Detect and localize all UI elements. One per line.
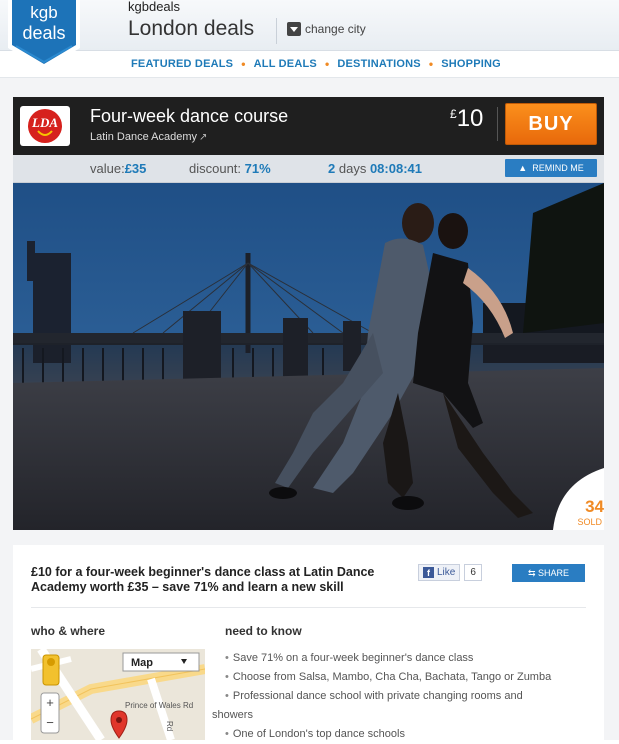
list-item: showers [212, 706, 595, 725]
map-street-label: Prince of Wales Rd [125, 701, 193, 710]
merchant-link[interactable]: Latin Dance Academy ↗ [90, 131, 207, 143]
merchant-logo-text: LDA [31, 115, 58, 130]
discount-label: discount: [189, 161, 242, 176]
share-icon: ⇆ [527, 568, 536, 578]
deal-title: Four-week dance course [90, 106, 289, 126]
deal-photo [13, 183, 604, 530]
deal-header: LDA Four-week dance course Latin Dance A… [13, 97, 604, 155]
share-label: SHARE [538, 568, 570, 578]
list-item-text: Choose from Salsa, Mambo, Cha Cha, Bacha… [232, 671, 552, 683]
nav-destinations[interactable]: DESTINATIONS [337, 58, 420, 70]
map-zoom-out: − [46, 715, 54, 730]
nav-separator: • [428, 57, 434, 71]
sold-label: SOLD [577, 517, 602, 527]
merchant-name: Latin Dance Academy [90, 131, 198, 143]
discount-amount: 71% [244, 161, 271, 176]
remind-me-button[interactable]: ▲ REMIND ME [505, 159, 597, 177]
kgb-deals-logo[interactable]: kgb deals [6, 0, 82, 72]
days-count: 2 [328, 161, 336, 176]
who-where-heading: who & where [31, 624, 106, 638]
need-to-know-heading: need to know [225, 624, 302, 638]
list-item: • Choose from Salsa, Mambo, Cha Cha, Bach… [225, 671, 552, 683]
buy-button[interactable]: BUY [505, 103, 597, 145]
divider [497, 107, 498, 141]
list-item-text: One of London's top dance schools [232, 728, 405, 740]
need-to-know-list: • Save 71% on a four-week beginner's danc… [212, 649, 595, 744]
sold-count: 34 [585, 497, 604, 516]
nav-separator: • [241, 57, 246, 71]
divider [276, 18, 277, 44]
top-header: kgbdeals London deals change city [0, 0, 619, 51]
facebook-icon: f [423, 567, 434, 578]
divider [31, 607, 586, 608]
nav-shopping[interactable]: SHOPPING [441, 58, 501, 70]
countdown-value: 08:08:41 [369, 161, 422, 176]
share-button[interactable]: ⇆ SHARE [512, 564, 585, 582]
deal-headline: £10 for a four-week beginner's dance cla… [31, 565, 375, 594]
deal-value: value:£35 [90, 161, 146, 176]
days-label: days [338, 161, 367, 176]
like-count: 6 [464, 564, 482, 581]
nav-separator: • [324, 57, 330, 71]
deal-details-card: £10 for a four-week beginner's dance cla… [13, 545, 604, 740]
list-item: • One of London's top dance schools [225, 728, 405, 740]
list-item-text: Save 71% on a four-week beginner's dance… [232, 652, 474, 664]
change-city-label: change city [305, 22, 366, 36]
deal-price: £10 [450, 105, 483, 133]
city-title: London deals [128, 17, 255, 40]
dropdown-icon [287, 22, 301, 36]
price-currency: £ [450, 107, 457, 121]
external-link-icon: ↗ [199, 132, 208, 143]
deal-info-strip: value:£35 discount: 71% 2 days 08:08:41 … [13, 155, 604, 183]
countdown-timer: 2 days 08:08:41 [328, 161, 422, 176]
logo-text-kgb: kgb [30, 3, 57, 22]
bell-icon: ▲ [518, 163, 528, 173]
nav-all-deals[interactable]: ALL DEALS [254, 58, 317, 70]
location-map[interactable]: Map + − Prince of Wales Rd Rd [31, 649, 205, 740]
facebook-like: f Like 6 [418, 564, 482, 581]
like-label: Like [437, 567, 456, 578]
list-item-text: showers [212, 709, 253, 721]
map-type-label: Map [131, 657, 153, 669]
list-item: • Professional dance school with private … [225, 690, 523, 702]
nav-featured-deals[interactable]: FEATURED DEALS [131, 58, 233, 70]
value-label: value: [90, 161, 125, 176]
map-zoom-in: + [46, 695, 54, 710]
remind-label: REMIND ME [532, 163, 584, 173]
main-nav: FEATURED DEALS • ALL DEALS • DESTINATION… [0, 51, 619, 78]
merchant-logo[interactable]: LDA [20, 106, 70, 146]
deal-discount: discount: 71% [189, 161, 271, 176]
map-street-label: Rd [165, 721, 174, 731]
brand-name: kgbdeals [128, 0, 181, 14]
list-item: • Save 71% on a four-week beginner's danc… [225, 652, 474, 664]
value-amount: £35 [124, 161, 147, 176]
logo-text-deals: deals [22, 23, 65, 43]
price-value: 10 [456, 105, 484, 132]
change-city-button[interactable]: change city [287, 22, 366, 36]
list-item-text: Professional dance school with private c… [232, 690, 523, 702]
facebook-like-button[interactable]: f Like [418, 564, 461, 581]
